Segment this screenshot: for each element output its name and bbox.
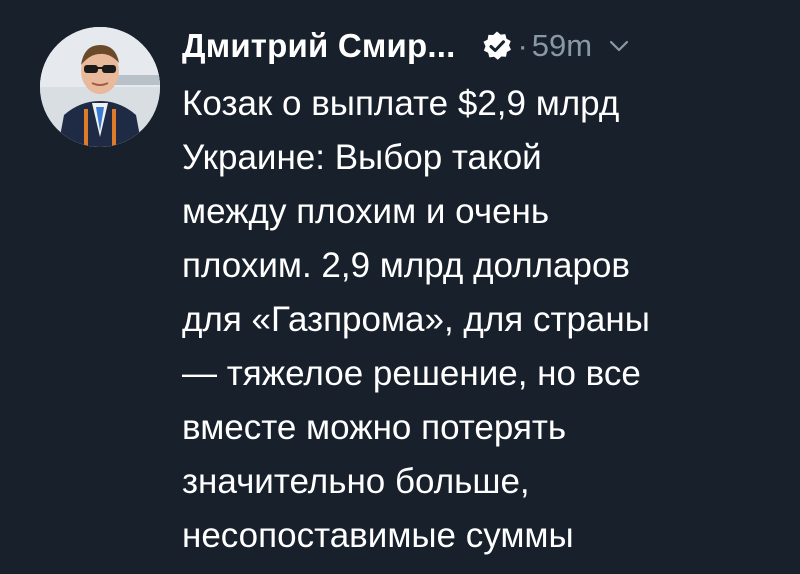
tweet-text-line: значительно больше,	[182, 462, 530, 501]
tweet-text-line: Украине: Выбор такой	[182, 138, 542, 177]
author-name[interactable]: Дмитрий Смир...	[182, 27, 455, 65]
tweet-text-line: — тяжелое решение, но все	[182, 354, 641, 393]
tweet[interactable]: Дмитрий Смир... · 59m Козак о выплате $2…	[0, 0, 800, 574]
tweet-text-line: плохим. 2,9 млрд долларов	[182, 246, 631, 285]
verified-icon	[481, 30, 513, 62]
tweet-text-line: несопоставимые суммы	[182, 516, 574, 555]
separator-dot: ·	[517, 28, 528, 63]
tweet-text-line: вместе можно потерять	[182, 408, 567, 447]
chevron-down-icon[interactable]	[606, 33, 632, 59]
tweet-text-line: для «Газпрома», для страны	[182, 300, 650, 339]
avatar[interactable]	[40, 27, 160, 147]
tweet-time[interactable]: 59m	[532, 28, 592, 64]
tweet-header: Дмитрий Смир... · 59m	[182, 21, 782, 71]
tweet-text-line: между плохим и очень	[182, 192, 550, 231]
tweet-text: Козак о выплате $2,9 млрд Украине: Выбор…	[182, 77, 782, 563]
tweet-text-line: Козак о выплате $2,9 млрд	[182, 84, 620, 123]
